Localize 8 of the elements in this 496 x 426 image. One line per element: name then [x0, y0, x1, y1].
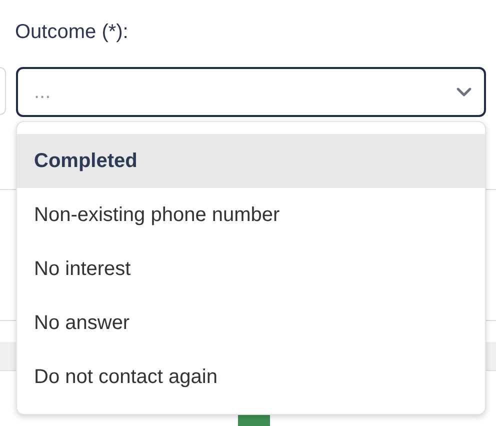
- caret-icon: [456, 87, 472, 97]
- dropdown-option[interactable]: Non-existing phone number: [17, 188, 485, 242]
- dropdown-option[interactable]: Do not contact again: [17, 350, 485, 404]
- field-label: Outcome (*):: [15, 20, 130, 45]
- dropdown-option[interactable]: Completed: [17, 134, 485, 188]
- dropdown-option[interactable]: No interest: [17, 242, 485, 296]
- outcome-select[interactable]: ...: [16, 67, 486, 117]
- dropdown-option[interactable]: No answer: [17, 296, 485, 350]
